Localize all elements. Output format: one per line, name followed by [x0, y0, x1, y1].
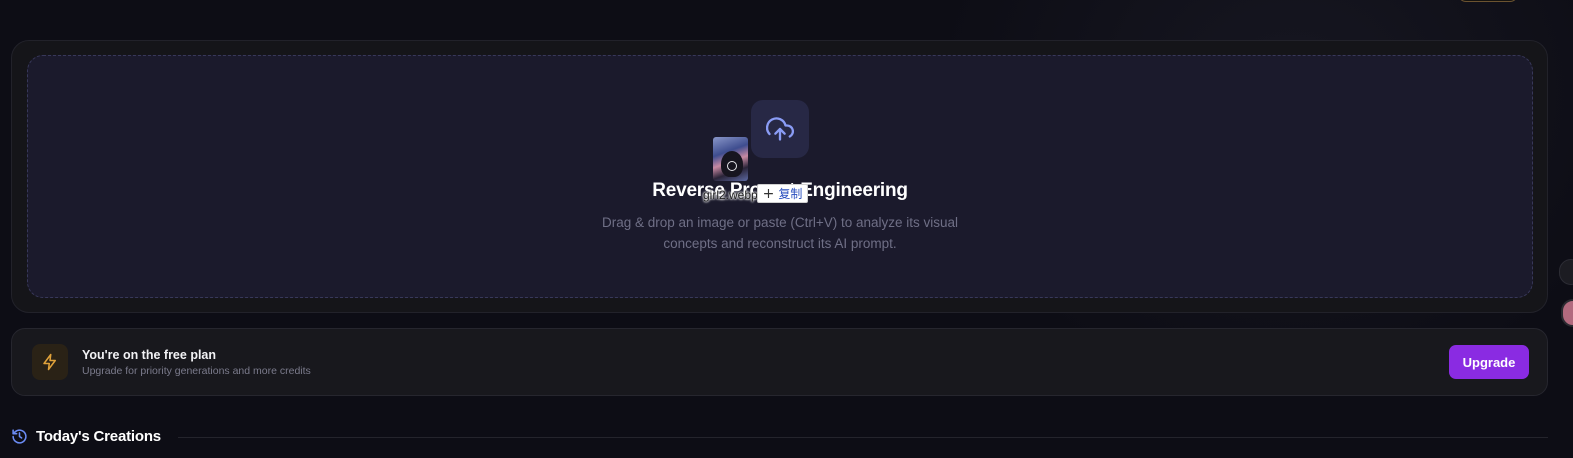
section-divider	[178, 437, 1548, 438]
free-plan-card: You're on the free plan Upgrade for prio…	[11, 328, 1548, 396]
plan-subtitle: Upgrade for priority generations and mor…	[82, 365, 311, 377]
image-dropzone[interactable]: Reverse Prompt Engineering Drag & drop a…	[27, 55, 1533, 298]
upgrade-button[interactable]: Upgrade	[1449, 345, 1529, 379]
plan-icon-box	[32, 344, 68, 380]
upload-icon-box[interactable]	[751, 100, 809, 158]
todays-creations-heading: Today's Creations	[36, 428, 161, 445]
dropzone-description: Drag & drop an image or paste (Ctrl+V) t…	[601, 215, 959, 251]
history-icon	[12, 429, 27, 444]
drag-copy-badge: + 复制	[757, 184, 808, 203]
plan-title: You're on the free plan	[82, 348, 217, 362]
drag-filename: girl2.webp	[703, 188, 758, 202]
upload-panel: Reverse Prompt Engineering Drag & drop a…	[11, 40, 1548, 313]
drag-image-thumbnail	[713, 137, 748, 181]
top-menu-pill[interactable]	[1458, 0, 1518, 2]
plus-icon: +	[762, 185, 775, 202]
side-floating-button[interactable]	[1559, 259, 1573, 285]
cloud-upload-icon	[766, 117, 794, 141]
side-avatar-button[interactable]	[1561, 299, 1573, 327]
lightning-icon	[43, 353, 56, 371]
drag-copy-label: 复制	[778, 187, 803, 201]
